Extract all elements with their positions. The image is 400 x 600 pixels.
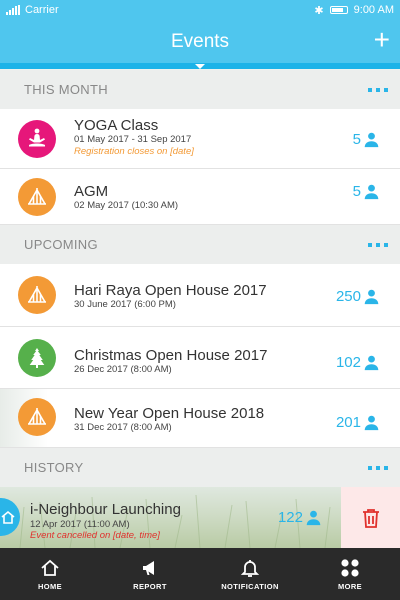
- section-title: THIS MONTH: [24, 82, 108, 97]
- more-dots-button[interactable]: [368, 466, 388, 470]
- status-bar: Carrier ✱ 9:00 AM: [0, 0, 400, 20]
- home-icon: [41, 559, 59, 576]
- caret-down-icon: [195, 64, 205, 69]
- attendee-count-value: 201: [335, 414, 361, 431]
- event-row[interactable]: Christmas Open House 2017 26 Dec 2017 (8…: [0, 327, 400, 389]
- attendee-count-value: 122: [277, 509, 303, 526]
- section-header-this-month: THIS MONTH: [0, 70, 400, 109]
- event-date: 01 May 2017 - 31 Sep 2017: [74, 134, 192, 145]
- navigation-bar: Events +: [0, 20, 400, 63]
- christmas-tree-icon: [18, 339, 56, 377]
- event-name: Hari Raya Open House 2017: [74, 282, 267, 299]
- tent-icon: [18, 398, 56, 436]
- event-date: 31 Dec 2017 (8:00 AM): [74, 422, 172, 433]
- tab-label: HOME: [37, 581, 63, 591]
- attendee-count: 5: [353, 183, 380, 200]
- signal-icon: [6, 5, 20, 15]
- attendee-count: 250: [336, 288, 380, 305]
- more-dots-button[interactable]: [368, 243, 388, 247]
- bell-icon: [240, 559, 260, 577]
- event-note: Event cancelled on [date, time]: [30, 530, 160, 541]
- event-name: i-Neighbour Launching: [30, 501, 181, 518]
- attendee-count-value: 5: [352, 131, 361, 148]
- event-name: New Year Open House 2018: [74, 405, 265, 422]
- event-row[interactable]: Hari Raya Open House 2017 30 June 2017 (…: [0, 264, 400, 327]
- tab-home[interactable]: HOME: [0, 548, 100, 600]
- person-icon: [364, 184, 379, 200]
- tent-icon: [18, 178, 56, 216]
- event-row[interactable]: AGM 02 May 2017 (10:30 AM) 5: [0, 169, 400, 225]
- event-note: Registration closes on [date]: [74, 146, 194, 157]
- event-row[interactable]: New Year Open House 2018 31 Dec 2017 (8:…: [0, 389, 400, 448]
- page-title: Events: [170, 31, 230, 52]
- event-date: 30 June 2017 (6:00 PM): [74, 299, 176, 310]
- more-dots-button[interactable]: [368, 88, 388, 92]
- carrier-label: Carrier: [25, 4, 59, 16]
- tent-icon: [18, 276, 56, 314]
- section-title: UPCOMING: [24, 237, 98, 252]
- yoga-icon: [18, 120, 56, 158]
- plus-icon: +: [373, 24, 390, 55]
- person-icon: [364, 355, 379, 371]
- person-icon: [306, 510, 321, 526]
- event-date: 02 May 2017 (10:30 AM): [74, 200, 179, 211]
- attendee-count-value: 5: [352, 183, 361, 200]
- tab-label: REPORT: [133, 581, 167, 591]
- event-name: YOGA Class: [74, 117, 159, 134]
- battery-icon: [329, 6, 348, 14]
- history-event-row[interactable]: i-Neighbour Launching 12 Apr 2017 (11:00…: [0, 487, 400, 548]
- tab-bar: HOME REPORT NOTIFICATION MORE: [0, 548, 400, 600]
- event-name: AGM: [74, 183, 109, 200]
- more-grid-icon: [341, 558, 359, 577]
- attendee-count-value: 250: [335, 288, 361, 305]
- event-row[interactable]: YOGA Class 01 May 2017 - 31 Sep 2017 Reg…: [0, 109, 400, 169]
- tab-label: MORE: [337, 581, 363, 591]
- section-header-upcoming: UPCOMING: [0, 225, 400, 264]
- attendee-count: 102: [336, 354, 380, 371]
- megaphone-icon: [143, 560, 154, 575]
- add-event-button[interactable]: +: [374, 26, 390, 54]
- event-date: 26 Dec 2017 (8:00 AM): [74, 364, 172, 375]
- event-name: Christmas Open House 2017: [74, 347, 268, 364]
- attendee-count: 5: [353, 131, 380, 148]
- attendee-count: 122: [278, 509, 322, 526]
- bluetooth-icon: ✱: [314, 4, 324, 17]
- tab-notification[interactable]: NOTIFICATION: [200, 548, 300, 600]
- delete-button[interactable]: [341, 487, 400, 548]
- trash-icon: [362, 508, 379, 528]
- person-icon: [364, 132, 379, 148]
- status-time: 9:00 AM: [353, 4, 394, 16]
- person-icon: [364, 415, 379, 431]
- tab-more[interactable]: MORE: [300, 548, 400, 600]
- tab-report[interactable]: REPORT: [100, 548, 200, 600]
- attendee-count: 201: [336, 414, 380, 431]
- attendee-count-value: 102: [335, 354, 361, 371]
- person-icon: [364, 289, 379, 305]
- event-date: 12 Apr 2017 (11:00 AM): [30, 519, 130, 530]
- section-header-history: HISTORY: [0, 448, 400, 487]
- tab-label: NOTIFICATION: [221, 581, 279, 591]
- section-title: HISTORY: [24, 460, 84, 475]
